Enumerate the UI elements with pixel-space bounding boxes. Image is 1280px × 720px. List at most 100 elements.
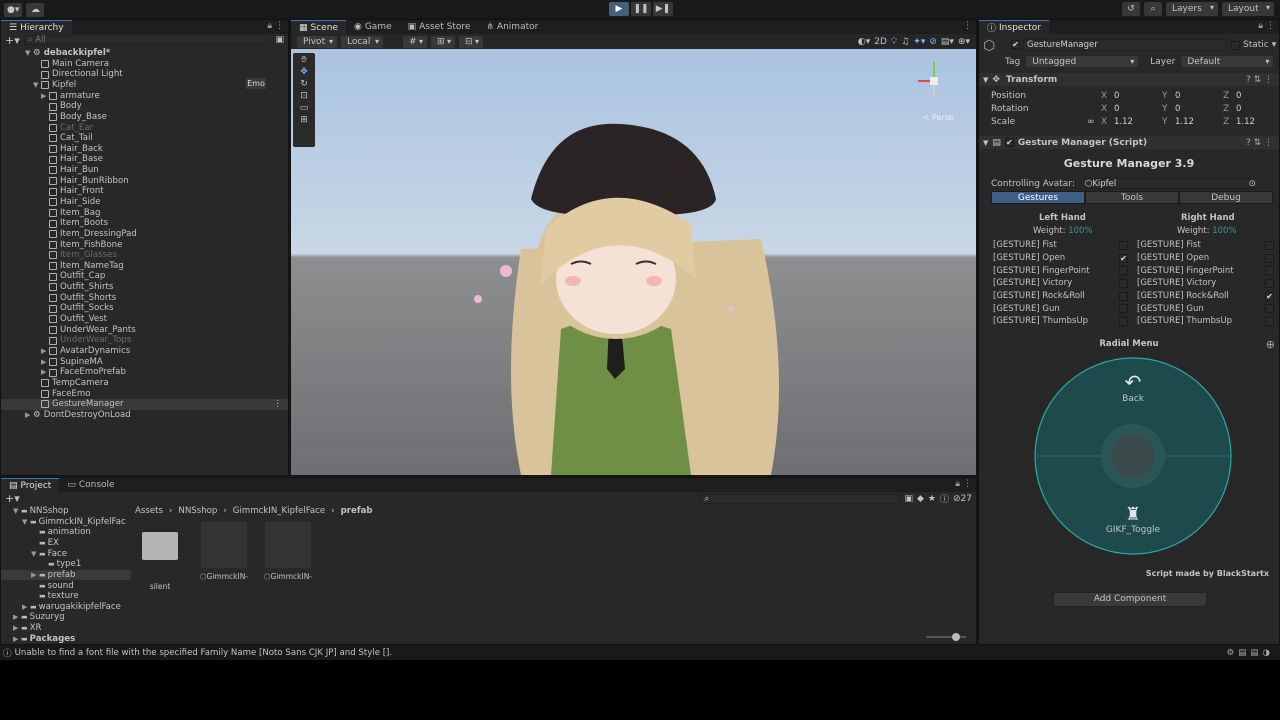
hierarchy-item[interactable]: Cat_Tail [1,133,288,144]
right-gesture-checkbox[interactable] [1265,266,1274,276]
transform-x-field[interactable]: 0 [1111,90,1161,101]
kebab-menu-icon[interactable]: ⋮ [963,479,972,489]
project-folder-item[interactable]: ▼ ▬ Face [1,549,131,560]
project-folder-item[interactable]: ▬ EX [1,538,131,549]
hierarchy-item[interactable]: Outfit_Socks [1,303,288,314]
script-enabled-checkbox[interactable]: ✔ [1004,138,1014,147]
foldout-icon[interactable]: ▶ [41,91,49,102]
lighting-icon[interactable]: 💡︎ [891,37,897,47]
hierarchy-item[interactable]: UnderWear_Tops [1,335,288,346]
layout-dropdown[interactable]: Layout [1222,2,1274,16]
hierarchy-item[interactable]: ▶ armature [1,91,288,102]
project-folder-item[interactable]: ▶ ▬ XR [1,623,131,634]
local-dropdown[interactable]: Local [341,36,383,48]
add-icon[interactable]: +▾ [5,492,20,505]
favorite-icon[interactable]: ★ [928,494,936,504]
info-icon[interactable]: ⓘ [940,492,949,505]
foldout-icon[interactable]: ▶ [41,367,49,378]
hierarchy-item[interactable]: UnderWear_Pants [1,325,288,336]
play-button[interactable]: ▶ [609,2,629,16]
left-gesture-checkbox[interactable] [1119,278,1128,288]
tab-game[interactable]: ◉ Game [346,20,400,34]
scale-tool-icon[interactable]: ⊡ [300,91,308,101]
project-folder-item[interactable]: ▶ ▬ prefab [1,569,131,581]
transform-tool-icon[interactable]: ⊞ [300,115,308,125]
right-gesture-checkbox[interactable] [1265,316,1274,326]
rotate-tool-icon[interactable]: ↻ [300,79,308,89]
foldout-icon[interactable]: ▶ [13,612,21,623]
rect-tool-icon[interactable]: ▭ [300,103,309,113]
foldout-icon[interactable]: ▼ [31,549,39,560]
layers-dropdown[interactable]: Layers [1166,2,1218,16]
tab-scene[interactable]: ▦ Scene [291,20,346,34]
left-gesture-checkbox[interactable]: ✔ [1119,253,1128,263]
project-folder-item[interactable]: ▬ type1 [1,559,131,570]
hierarchy-item[interactable]: TempCamera [1,378,288,389]
visibility-icon[interactable]: ⊘ [929,37,937,47]
target-icon[interactable]: ⊙ [1249,179,1256,189]
right-gesture-checkbox[interactable] [1265,240,1274,250]
visibility-icon[interactable]: ⊘27 [953,494,972,504]
kebab-menu-icon[interactable]: ⋮ [963,21,972,31]
shading-icon[interactable]: ◐▾ [858,37,870,47]
foldout-icon[interactable]: ▼ [33,80,41,91]
hierarchy-item[interactable]: Body_Base [1,112,288,123]
script-tab-gestures[interactable]: Gestures [991,191,1085,204]
foldout-icon[interactable]: ▶ [41,346,49,357]
asset-item[interactable]: ⬡GimmckIN- [263,522,313,591]
hierarchy-item[interactable]: Hair_BunRibbon [1,176,288,187]
hierarchy-item[interactable]: Item_FishBone [1,240,288,251]
project-folder-item[interactable]: ▬ animation [1,527,131,538]
move-tool-icon[interactable]: ✥ [300,67,308,77]
radial-menu[interactable]: ↶ Back ♜ GIKF_Toggle [1033,356,1233,556]
zoom-slider[interactable] [926,633,966,641]
script-header[interactable]: ▼ ▤ ✔ Gesture Manager (Script) ? ⇅ ⋮ [979,136,1279,149]
cloud-button[interactable]: ☁ [26,2,45,17]
transform-x-field[interactable]: 0 [1111,103,1161,114]
foldout-icon[interactable]: ▶ [22,602,30,613]
add-component-button[interactable]: Add Component [1053,592,1207,607]
status-icons[interactable]: ⚙▤▤◑ [1227,648,1274,658]
mode-2d-toggle[interactable]: 2D [874,37,887,47]
kebab-menu-icon[interactable]: ⋮ [273,399,282,410]
hierarchy-item[interactable]: Outfit_Vest [1,314,288,325]
hierarchy-item[interactable]: Outfit_Shirts [1,282,288,293]
breadcrumb-item[interactable]: GimmckIN_KipfelFace [233,506,325,516]
hierarchy-item[interactable]: Hair_Back [1,144,288,155]
tab-hierarchy[interactable]: ☰ Hierarchy [1,20,72,34]
right-gesture-checkbox[interactable] [1265,278,1274,288]
foldout-icon[interactable]: ▼ [25,48,33,59]
audio-icon[interactable]: ♫ [901,37,909,47]
hierarchy-item[interactable]: ▶ AvatarDynamics [1,346,288,357]
right-gesture-checkbox[interactable] [1265,304,1274,314]
orientation-gizmo[interactable] [914,57,954,103]
hierarchy-item[interactable]: ▶ ⚙ DontDestroyOnLoad [1,410,288,421]
transform-y-field[interactable]: 0 [1172,90,1222,101]
left-gesture-checkbox[interactable] [1119,304,1128,314]
project-folder-item[interactable]: ▶ ▬ warugakikipfelFace [1,602,131,613]
tab-animator[interactable]: ⋔ Animator [478,20,546,34]
right-gesture-checkbox[interactable]: ✔ [1265,291,1274,301]
effects-icon[interactable]: ✦▾ [913,37,925,47]
static-toggle[interactable]: Static ▾ [1231,40,1276,50]
projection-label[interactable]: < Persp [923,113,954,122]
left-gesture-checkbox[interactable] [1119,266,1128,276]
project-search-input[interactable]: ⌕ [700,493,901,504]
hierarchy-item[interactable]: Hair_Side [1,197,288,208]
lock-icon[interactable]: 🔒︎ [1258,21,1263,31]
status-bar[interactable]: ⓘ Unable to find a font file with the sp… [0,645,1280,660]
asset-item[interactable]: silent [135,522,185,591]
foldout-icon[interactable]: ▶ [41,357,49,368]
zoom-slider-handle[interactable] [952,633,960,641]
hierarchy-item[interactable]: Hair_Base [1,154,288,165]
controlling-avatar-field[interactable]: ⬡ Kipfel ⊙ [1080,178,1259,189]
left-gesture-checkbox[interactable] [1119,240,1128,250]
transform-z-field[interactable]: 0 [1233,90,1280,101]
hierarchy-item[interactable]: GestureManager ⋮ [1,399,288,410]
kebab-menu-icon[interactable]: ⋮ [1266,21,1275,31]
hierarchy-item[interactable]: ▶ SupineMA [1,357,288,368]
hierarchy-item[interactable]: Item_Boots [1,218,288,229]
foldout-icon[interactable]: ▶ [13,623,21,634]
pause-button[interactable]: ❚❚ [631,2,651,16]
add-circle-icon[interactable]: ⊕ [1266,338,1275,351]
